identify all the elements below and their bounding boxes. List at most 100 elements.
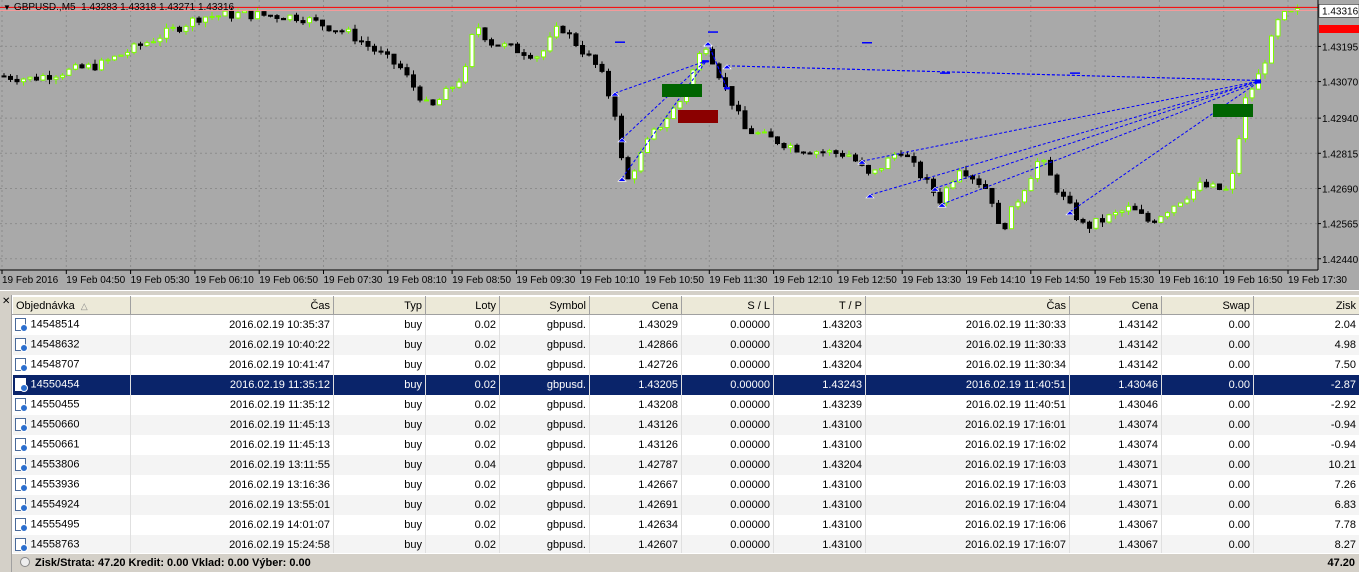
- bull-candle: [1093, 218, 1099, 229]
- cell-profit: 2.04: [1253, 314, 1359, 335]
- chart-canvas[interactable]: 1.43195 1.43070 1.42940 1.42815 1.42690 1.425…: [0, 0, 1359, 290]
- account-summary: Zisk/Strata: 47.20 Kredit: 0.00 Vklad: 0…: [20, 557, 311, 569]
- cell-profit: 7.78: [1253, 514, 1359, 535]
- bull-candle: [1230, 172, 1235, 190]
- order-ticket: 14553806: [30, 458, 80, 471]
- cell-lots: 0.02: [425, 394, 500, 415]
- table-row[interactable]: 14548514 2016.02.19 10:35:37 buy 0.02 gbpusd…: [12, 314, 1359, 335]
- price-axis-label: 1.42815: [1322, 149, 1359, 160]
- bull-candle: [827, 150, 832, 153]
- cell-lots: 0.02: [425, 534, 500, 555]
- column-header-lots[interactable]: Loty: [425, 296, 500, 315]
- column-header-open-price[interactable]: Cena: [589, 296, 682, 315]
- bull-candle: [66, 68, 72, 76]
- closed-order-icon: [14, 518, 28, 532]
- cell-profit: -0.94: [1253, 414, 1359, 435]
- bear-candle: [274, 15, 280, 19]
- price-chart[interactable]: 1.43195 1.43070 1.42940 1.42815 1.42690 1.425…: [0, 0, 1359, 290]
- bull-candle: [170, 26, 176, 29]
- cell-sl: 0.00000: [681, 374, 774, 395]
- table-row[interactable]: 14553806 2016.02.19 13:11:55 buy 0.04 gbpusd…: [12, 454, 1359, 475]
- bear-candle: [599, 63, 605, 72]
- column-header-type[interactable]: Typ: [333, 296, 426, 315]
- buy-arrow-icon: [617, 176, 627, 182]
- bull-candle: [112, 55, 117, 61]
- terminal-side-bar: ✕: [0, 295, 12, 572]
- cell-close-time: 2016.02.19 17:16:03: [865, 474, 1070, 495]
- cell-sl: 0.00000: [681, 434, 774, 455]
- bear-candle: [840, 152, 845, 157]
- table-row[interactable]: 14558763 2016.02.19 15:24:58 buy 0.02 gbpusd…: [12, 534, 1359, 555]
- bear-candle: [937, 191, 943, 204]
- cell-open-price: 1.43029: [589, 314, 682, 335]
- bear-candle: [417, 86, 423, 101]
- close-marker: [703, 60, 709, 63]
- time-axis-label: 19 Feb 08:50: [452, 275, 511, 286]
- cell-lots: 0.02: [425, 474, 500, 495]
- column-header-profit[interactable]: Zisk: [1253, 296, 1359, 315]
- closed-order-icon: [14, 438, 28, 452]
- bear-candle: [567, 32, 572, 35]
- cell-swap: 0.00: [1161, 474, 1254, 495]
- bull-candle: [27, 76, 33, 80]
- bear-candle: [320, 19, 325, 27]
- table-row[interactable]: 14550660 2016.02.19 11:45:13 buy 0.02 gbpusd…: [12, 414, 1359, 435]
- closed-order-icon: [14, 318, 28, 333]
- bull-candle: [99, 59, 104, 71]
- column-header-close-price[interactable]: Cena: [1069, 296, 1162, 315]
- column-header-sl[interactable]: S / L: [681, 296, 774, 315]
- table-row[interactable]: 14555495 2016.02.19 14:01:07 buy 0.02 gbpusd…: [12, 514, 1359, 535]
- column-header-close-time[interactable]: Čas: [865, 296, 1070, 315]
- table-row[interactable]: 14554924 2016.02.19 13:55:01 buy 0.02 gbpusd…: [12, 494, 1359, 515]
- bull-candle: [40, 75, 46, 81]
- bull-candle: [424, 99, 429, 102]
- bull-candle: [671, 107, 676, 120]
- bear-candle: [352, 28, 358, 42]
- bull-candle: [443, 87, 449, 100]
- bull-candle: [1119, 210, 1125, 213]
- bear-candle: [866, 164, 871, 174]
- cell-open-time: 2016.02.19 13:11:55: [130, 454, 334, 475]
- column-header-order[interactable]: Objednávka △: [12, 296, 131, 315]
- time-axis-label: 19 Feb 17:30: [1288, 275, 1347, 286]
- table-row[interactable]: 14553936 2016.02.19 13:16:36 buy 0.02 gbpusd…: [12, 474, 1359, 495]
- bear-candle: [1217, 183, 1222, 190]
- column-header-open-time[interactable]: Čas: [130, 296, 334, 315]
- cell-close-time: 2016.02.19 17:16:02: [865, 434, 1070, 455]
- cell-order: 14550660: [12, 414, 131, 435]
- table-row[interactable]: 14550454 2016.02.19 11:35:12 buy 0.02 gbpusd…: [12, 374, 1359, 395]
- cell-swap: 0.00: [1161, 434, 1254, 455]
- bull-candle: [1165, 212, 1170, 218]
- table-row[interactable]: 14548632 2016.02.19 10:40:22 buy 0.02 gbpusd…: [12, 334, 1359, 355]
- bear-candle: [742, 110, 748, 130]
- table-row[interactable]: 14550455 2016.02.19 11:35:12 buy 0.02 gbpusd…: [12, 394, 1359, 415]
- table-header-row: Objednávka △ Čas Typ Loty Symbol Cena S /…: [12, 296, 1359, 315]
- cell-sl: 0.00000: [681, 534, 774, 555]
- cell-close-time: 2016.02.19 11:40:51: [865, 374, 1070, 395]
- cell-type: buy: [333, 334, 426, 355]
- cell-open-time: 2016.02.19 13:16:36: [130, 474, 334, 495]
- price-axis-label: 1.43070: [1322, 78, 1359, 89]
- cell-tp: 1.43100: [773, 414, 866, 435]
- column-header-symbol[interactable]: Symbol: [499, 296, 590, 315]
- cell-type: buy: [333, 534, 426, 555]
- column-header-tp[interactable]: T / P: [773, 296, 866, 315]
- column-header-swap[interactable]: Swap: [1161, 296, 1254, 315]
- bear-candle: [359, 40, 364, 43]
- bull-candle: [788, 144, 793, 149]
- cell-open-price: 1.42726: [589, 354, 682, 375]
- cell-open-price: 1.43205: [589, 374, 682, 395]
- bull-candle: [1106, 214, 1112, 223]
- bear-candle: [898, 153, 904, 156]
- time-axis-label: 19 Feb 04:50: [66, 275, 125, 286]
- cell-order: 14550661: [12, 434, 131, 455]
- closed-order-icon: [14, 378, 28, 392]
- close-icon[interactable]: ✕: [2, 297, 10, 307]
- table-row[interactable]: 14550661 2016.02.19 11:45:13 buy 0.02 gbpusd…: [12, 434, 1359, 455]
- table-row[interactable]: 14548707 2016.02.19 10:41:47 buy 0.02 gbpusd…: [12, 354, 1359, 375]
- cell-order: 14555495: [12, 514, 131, 535]
- cell-open-time: 2016.02.19 10:40:22: [130, 334, 334, 355]
- trade-line: [1069, 81, 1259, 213]
- cell-sl: 0.00000: [681, 494, 774, 515]
- bull-candle: [1041, 159, 1047, 163]
